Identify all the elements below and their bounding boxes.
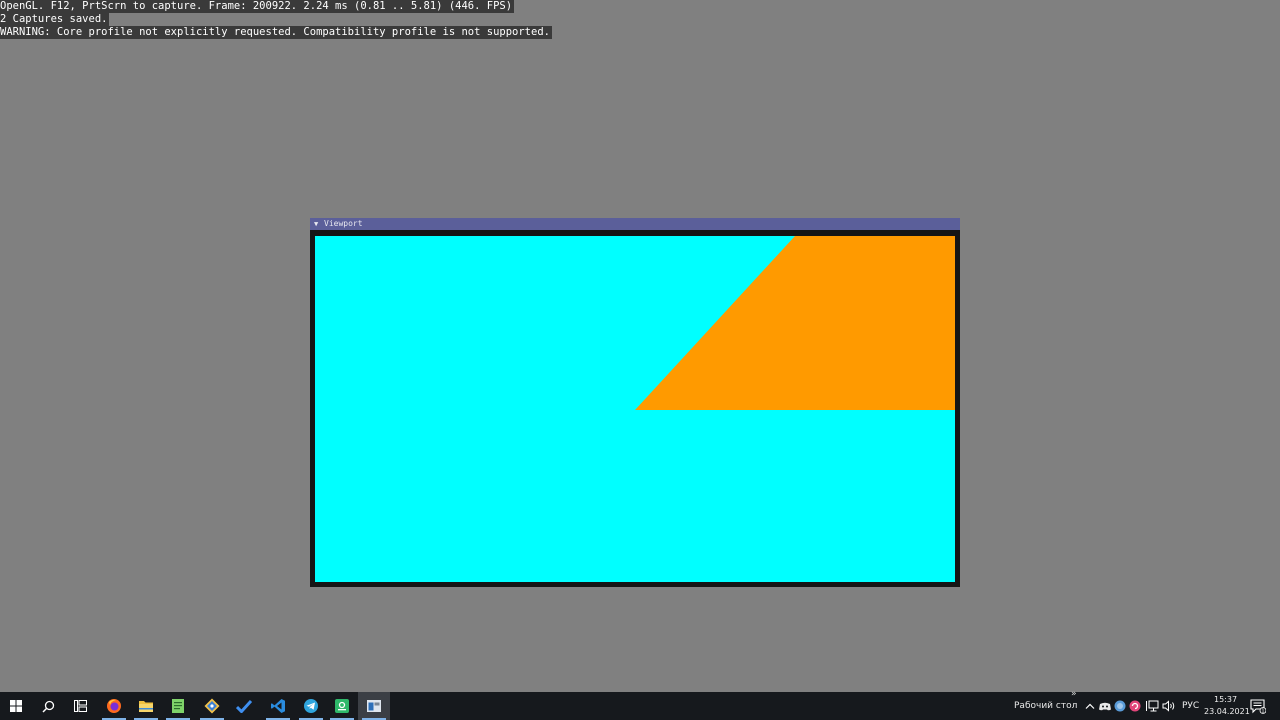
search-icon [41,700,54,713]
tray-app-blue[interactable] [1113,699,1127,713]
tray-overflow-button[interactable] [1083,699,1097,713]
search-button[interactable] [32,692,64,720]
warning-text: WARNING: Core profile not explicitly req… [0,26,552,39]
taskbar-green-app[interactable] [326,692,358,720]
task-view-icon [73,700,87,712]
viewport-titlebar[interactable]: ▼ Viewport [310,218,960,230]
git-icon [204,698,220,714]
viewport-window[interactable]: ▼ Viewport [310,218,960,587]
taskbar-notepad[interactable] [162,692,194,720]
taskbar: Рабочий стол » РУС 15:37 23.04.2021 1 [0,689,1280,720]
captures-saved-text: 2 Captures saved. [0,13,110,26]
folder-icon [139,701,153,712]
taskbar-running-app[interactable] [358,692,390,720]
taskbar-git[interactable] [196,692,228,720]
firefox-icon [107,699,121,713]
viewport-title: Viewport [324,219,363,228]
discord-icon [1099,702,1111,710]
task-view-button[interactable] [64,692,96,720]
taskbar-todo[interactable] [228,692,260,720]
debug-overlay: OpenGL. F12, PrtScrn to capture. Frame: … [0,0,552,39]
tray-discord[interactable] [1098,699,1112,713]
taskbar-firefox[interactable] [98,692,130,720]
taskbar-telegram[interactable] [295,692,327,720]
frame-stats-text: OpenGL. F12, PrtScrn to capture. Frame: … [0,0,515,13]
tray-app-pink[interactable] [1128,699,1142,713]
desktop-toolbar-label[interactable]: Рабочий стол [1014,701,1077,711]
checkmark-icon [236,699,252,713]
telegram-icon [304,699,318,713]
start-button[interactable] [0,692,32,720]
blue-globe-icon [1114,700,1126,712]
clock-date[interactable]: 23.04.2021 [1204,707,1250,716]
notification-count: 1 [1261,708,1264,714]
pink-app-icon [1129,700,1141,712]
taskbar-file-explorer[interactable] [130,692,162,720]
language-indicator[interactable]: РУС [1182,701,1199,711]
taskbar-vscode[interactable] [262,692,294,720]
notification-icon: 1 [1250,699,1267,714]
notification-center-button[interactable]: 1 [1250,698,1267,714]
tray-volume[interactable] [1161,699,1175,713]
toolbar-expand-icon[interactable]: » [1071,689,1077,699]
notepad-icon [172,699,184,713]
clock-time[interactable]: 15:37 [1214,695,1237,704]
chevron-up-icon [1085,703,1095,709]
collapse-arrow-icon[interactable]: ▼ [314,218,318,230]
speaker-icon [1162,700,1174,712]
viewport-canvas[interactable] [315,236,955,582]
network-icon [1145,700,1158,712]
windows-logo-icon [10,700,22,712]
window-app-icon [367,700,381,712]
vscode-icon [271,699,285,713]
tray-network[interactable] [1145,699,1159,713]
green-app-icon [335,699,349,713]
